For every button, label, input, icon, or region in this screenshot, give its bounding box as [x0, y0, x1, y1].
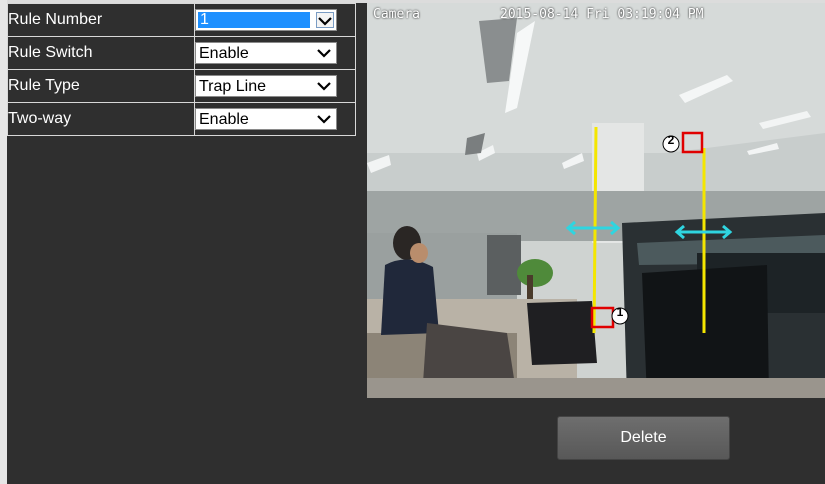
- direction-arrow-1: [565, 220, 621, 236]
- marker-box-2[interactable]: [681, 131, 704, 154]
- rule-type-select[interactable]: Trap Line: [195, 75, 337, 97]
- marker-label-1: 1: [616, 305, 624, 319]
- camera-name: Camera: [373, 7, 420, 22]
- two-way-row: Two-way Enable: [7, 102, 356, 136]
- rule-settings-table: Rule Number 1 Rule Switch Enable Rule Ty…: [7, 3, 356, 136]
- camera-view[interactable]: 1 2 Camera 2015-08-14 Fri 03:19:04 PM: [367, 3, 825, 398]
- rule-overlay[interactable]: [367, 3, 825, 398]
- rule-switch-label: Rule Switch: [7, 36, 195, 70]
- left-border: [0, 0, 7, 484]
- rule-switch-value: Enable: [199, 45, 249, 62]
- rule-number-row: Rule Number 1: [7, 3, 356, 37]
- chevron-down-icon[interactable]: [316, 78, 334, 94]
- chevron-down-icon[interactable]: [316, 45, 334, 61]
- rule-type-value: Trap Line: [199, 78, 266, 95]
- rule-number-value: 1: [198, 12, 310, 28]
- trap-line-1[interactable]: [592, 126, 598, 334]
- rule-number-label: Rule Number: [7, 3, 195, 37]
- chevron-down-icon[interactable]: [316, 111, 334, 127]
- two-way-value: Enable: [199, 111, 249, 128]
- rule-type-row: Rule Type Trap Line: [7, 69, 356, 103]
- rule-type-label: Rule Type: [7, 69, 195, 103]
- camera-timestamp: 2015-08-14 Fri 03:19:04 PM: [500, 7, 704, 22]
- marker-label-2: 2: [667, 133, 675, 147]
- two-way-label: Two-way: [7, 102, 195, 136]
- rule-switch-row: Rule Switch Enable: [7, 36, 356, 70]
- rule-number-select[interactable]: 1: [195, 9, 337, 31]
- rule-switch-select[interactable]: Enable: [195, 42, 337, 64]
- delete-button[interactable]: Delete: [557, 416, 730, 460]
- two-way-select[interactable]: Enable: [195, 108, 337, 130]
- chevron-down-icon[interactable]: [316, 12, 334, 28]
